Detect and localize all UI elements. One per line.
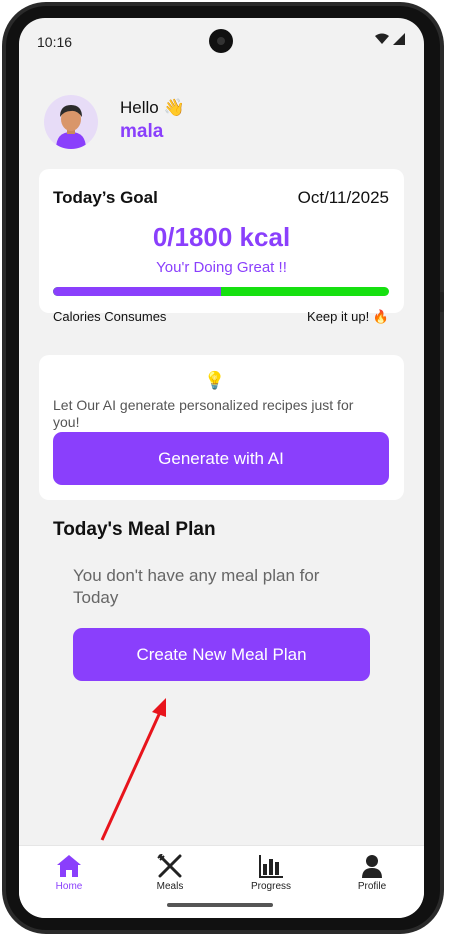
nav-item-profile[interactable]: Profile (332, 854, 412, 892)
home-indicator[interactable] (167, 903, 273, 907)
nav-item-progress[interactable]: Progress (231, 854, 311, 892)
bar-chart-icon (259, 855, 283, 878)
bottom-navigation: Home Meals Progress Profile (19, 845, 424, 918)
nav-label-home: Home (55, 881, 83, 892)
app-screen: 10:16 Hello 👋 mala Today’s Goal Oct/11/2… (19, 18, 424, 918)
nav-label-progress: Progress (250, 881, 291, 892)
nav-item-home[interactable]: Home (29, 854, 109, 892)
annotation-arrow (100, 698, 166, 841)
utensils-icon (157, 854, 182, 878)
user-icon (362, 855, 382, 878)
nav-item-meals[interactable]: Meals (130, 854, 210, 892)
home-icon (57, 855, 81, 877)
nav-label-meals: Meals (156, 881, 184, 892)
nav-label-profile: Profile (357, 881, 387, 892)
